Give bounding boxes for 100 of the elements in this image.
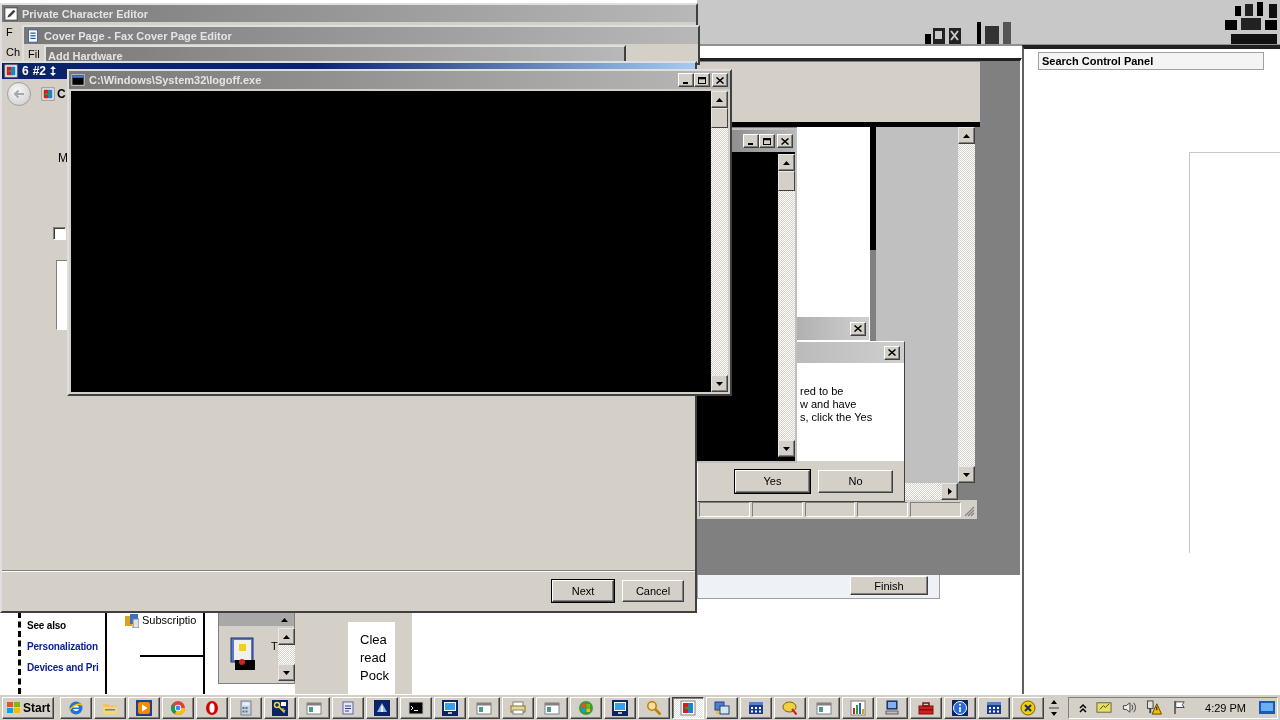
right-arrow-icon xyxy=(947,488,952,495)
scroll-thumb[interactable] xyxy=(711,108,728,128)
bar-chart-icon xyxy=(850,699,866,716)
show-desktop-icon[interactable] xyxy=(1259,700,1275,715)
stacked-windows-icon xyxy=(714,699,730,716)
up-down-arrow-icon xyxy=(50,66,57,76)
scroll-down-button[interactable] xyxy=(958,466,975,483)
window-text: F xyxy=(6,25,13,40)
font-icon xyxy=(41,87,55,101)
font-icon xyxy=(680,699,696,716)
down-arrow-icon xyxy=(783,446,790,451)
page-heading: C xyxy=(57,87,66,101)
window-icon xyxy=(544,699,560,716)
scrollbar[interactable] xyxy=(778,154,795,457)
dialog-button[interactable]: Yes xyxy=(735,469,810,493)
status-bar-section xyxy=(804,502,856,517)
link[interactable]: Personalization xyxy=(27,636,98,657)
up-arrow-icon xyxy=(716,97,723,102)
toolbox-icon xyxy=(918,699,934,716)
scroll-thumb[interactable] xyxy=(778,171,795,191)
close-button[interactable] xyxy=(850,321,866,336)
font-icon xyxy=(4,64,18,78)
maximize-icon xyxy=(698,76,706,84)
window-icon xyxy=(476,699,492,716)
ring-icon xyxy=(204,699,220,716)
list-item[interactable]: Subscriptio xyxy=(142,614,197,627)
magnifier-icon xyxy=(646,699,662,716)
computer-icon xyxy=(884,699,900,716)
close-button[interactable] xyxy=(884,345,900,360)
down-arrow-icon xyxy=(716,381,723,386)
down-arrow-icon xyxy=(282,670,290,675)
printer-icon xyxy=(510,699,526,716)
down-arrow-icon xyxy=(963,472,970,477)
info-icon xyxy=(952,699,968,716)
scroll-down-button[interactable] xyxy=(277,664,295,681)
maximize-icon xyxy=(763,137,771,145)
scroll-down-button[interactable] xyxy=(711,375,728,392)
search-field[interactable]: Search Control Panel xyxy=(1038,52,1264,70)
scroll-up-button[interactable] xyxy=(277,628,295,645)
globe-icon xyxy=(68,699,84,716)
flag-icon[interactable] xyxy=(1171,700,1187,715)
clock[interactable]: 4:29 PM xyxy=(1205,701,1246,714)
wizard-button[interactable]: Next xyxy=(552,580,614,602)
scroll-up-button[interactable] xyxy=(711,91,728,108)
checkbox[interactable] xyxy=(53,227,66,240)
up-arrow-icon xyxy=(282,634,290,639)
window-icon xyxy=(816,699,832,716)
orb-icon xyxy=(578,699,594,716)
label-text: M xyxy=(58,152,68,165)
up-arrow-icon xyxy=(963,133,970,138)
document-icon xyxy=(340,699,356,716)
document-icon xyxy=(26,28,40,43)
speaker-icon[interactable] xyxy=(1121,700,1137,715)
scrollbar[interactable] xyxy=(711,91,728,392)
color-wheel-icon xyxy=(170,699,186,716)
close-icon xyxy=(854,325,862,332)
window-title: 6 xyxy=(22,64,29,78)
monitor-icon xyxy=(612,699,628,716)
list-box[interactable] xyxy=(56,260,68,330)
note-text: Clea read Pock xyxy=(348,622,395,694)
network-warning-icon[interactable] xyxy=(1146,700,1162,715)
cancel-icon xyxy=(1020,699,1036,716)
window-text: Ch xyxy=(6,45,21,60)
scroll-down-button[interactable] xyxy=(778,440,795,457)
status-bar-section xyxy=(699,502,750,517)
taskbar-button[interactable] xyxy=(672,696,704,719)
dialog-button[interactable]: No xyxy=(818,469,893,493)
section-heading: See also xyxy=(27,619,66,633)
close-icon xyxy=(888,349,896,356)
dialog-button[interactable]: Finish xyxy=(850,576,928,595)
window-title: Private Character Editor xyxy=(22,7,148,20)
close-icon xyxy=(781,137,789,145)
status-bar-section xyxy=(857,502,909,517)
window-title: C:\Windows\System32\logoff.exe xyxy=(89,74,262,86)
scrollbar[interactable] xyxy=(958,127,975,483)
label-text: T xyxy=(271,640,278,654)
chevron-icon[interactable] xyxy=(1079,702,1087,713)
tiles-icon xyxy=(6,701,21,714)
resize-grip-icon[interactable] xyxy=(963,505,975,517)
close-icon xyxy=(716,76,724,84)
play-icon xyxy=(136,699,152,716)
monitor-icon xyxy=(442,699,458,716)
wizard-button[interactable]: Cancel xyxy=(622,580,684,602)
console-icon xyxy=(408,699,424,716)
back-arrow-icon xyxy=(13,89,25,99)
calculator-icon xyxy=(238,699,254,716)
scroll-right-button[interactable] xyxy=(941,483,958,500)
pen-icon xyxy=(4,6,18,21)
link[interactable]: Devices and Pri xyxy=(27,657,99,678)
window-icon xyxy=(306,699,322,716)
status-bar-section xyxy=(910,502,961,517)
scrollbar[interactable] xyxy=(277,628,295,681)
up-arrow-icon xyxy=(783,160,790,165)
start-button[interactable]: Start xyxy=(2,696,54,719)
console-icon xyxy=(71,73,85,87)
scroll-up-button[interactable] xyxy=(778,154,795,171)
window-title: Cover Page - Fax Cover Page Editor xyxy=(44,29,232,42)
scroll-up-button[interactable] xyxy=(958,127,975,144)
calendar-icon xyxy=(748,699,764,716)
display-icon[interactable] xyxy=(1096,700,1112,715)
